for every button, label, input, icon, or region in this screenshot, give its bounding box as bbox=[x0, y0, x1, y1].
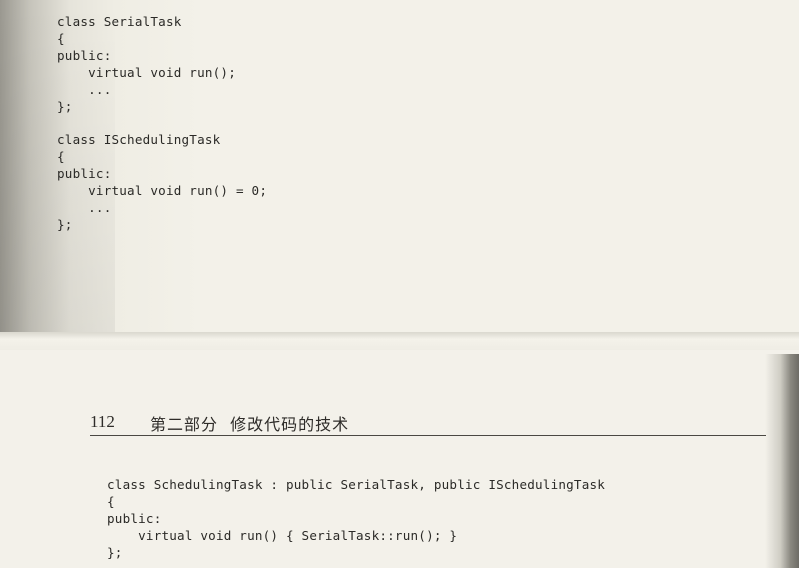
code-line: }; bbox=[57, 217, 73, 232]
chapter-title: 第二部分 修改代码的技术 bbox=[150, 415, 350, 434]
code-line: virtual void run() = 0; bbox=[57, 183, 268, 198]
page-separator bbox=[0, 332, 799, 350]
running-header: 112 第二部分 修改代码的技术 bbox=[90, 410, 766, 436]
code-line: ... bbox=[57, 82, 112, 97]
page-number: 112 bbox=[90, 412, 115, 431]
code-line: public: bbox=[107, 511, 162, 526]
code-block-schedulingtask: class SchedulingTask : public SerialTask… bbox=[107, 476, 605, 561]
code-line: class ISchedulingTask bbox=[57, 132, 221, 147]
code-line: public: bbox=[57, 48, 112, 63]
code-line: }; bbox=[57, 99, 73, 114]
code-line: { bbox=[57, 149, 65, 164]
code-block-ischedulingtask: class ISchedulingTask { public: virtual vo… bbox=[57, 131, 267, 233]
code-line: { bbox=[107, 494, 115, 509]
code-line: ... bbox=[57, 200, 112, 215]
top-page: class SerialTask { public: virtual void ru… bbox=[0, 0, 799, 332]
code-line: class SerialTask bbox=[57, 14, 182, 29]
code-block-serialtask: class SerialTask { public: virtual void ru… bbox=[57, 13, 236, 115]
code-line: class SchedulingTask : public SerialTask… bbox=[107, 477, 606, 492]
code-line: public: bbox=[57, 166, 112, 181]
code-line: virtual void run(); bbox=[57, 65, 236, 80]
code-line: virtual void run() { SerialTask::run(); … bbox=[107, 528, 458, 543]
page-edge-shadow bbox=[765, 354, 799, 568]
code-line: { bbox=[57, 31, 65, 46]
code-line: }; bbox=[107, 545, 123, 560]
